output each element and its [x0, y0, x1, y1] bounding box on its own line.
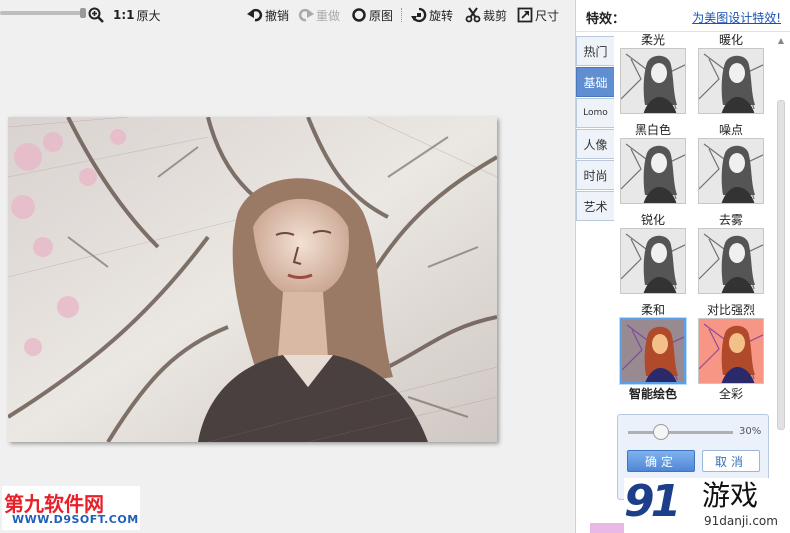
strength-slider-knob[interactable]: [653, 424, 669, 440]
rotate-icon: [411, 7, 427, 23]
effect-label: 对比强烈: [706, 303, 755, 317]
portrait-sketch-thumb[interactable]: [620, 48, 686, 114]
effects-scrollbar[interactable]: ▲: [775, 36, 787, 436]
portrait-sketch-thumb[interactable]: [698, 228, 764, 294]
confirm-button[interactable]: 确定: [627, 450, 695, 472]
watermark-url: 91danji.com: [704, 514, 778, 528]
actual-size-button[interactable]: 1:1 原大: [113, 6, 161, 24]
effect-item[interactable]: 柔光: [618, 32, 688, 114]
effects-grid: 柔光 暖化 黑白色 噪点 锐化 去雾 柔和 智能绘色 对比强烈 全彩: [616, 32, 780, 412]
effect-category-tabs: 热门 基础 Lomo 人像 时尚 艺术: [576, 36, 614, 222]
effect-caption: 全彩: [718, 387, 743, 401]
effect-caption: 智能绘色: [628, 387, 677, 401]
zoom-in-icon: [88, 7, 104, 23]
watermark-url: WWW.D9SOFT.COM: [12, 513, 139, 526]
toolbar-divider: [401, 8, 402, 22]
undo-label: 撤销: [265, 8, 290, 23]
scroll-up-icon[interactable]: ▲: [775, 36, 787, 46]
rotate-label: 旋转: [429, 8, 454, 23]
crop-button[interactable]: 裁剪: [465, 6, 507, 24]
portrait-sketch-thumb[interactable]: [620, 138, 686, 204]
original-size-label: 原大: [136, 8, 161, 23]
redo-button[interactable]: 重做: [298, 6, 340, 24]
portrait-sketch-thumb[interactable]: [698, 138, 764, 204]
edited-photo[interactable]: [8, 117, 497, 442]
strength-slider-track[interactable]: [628, 431, 733, 434]
91danji-watermark: 91 游戏 91danji.com: [624, 478, 786, 532]
effect-label: 柔和: [640, 303, 665, 317]
effect-item[interactable]: 暖化: [696, 32, 766, 114]
effect-item[interactable]: 锐化: [618, 212, 688, 294]
effect-label: 柔光: [640, 33, 665, 47]
original-label: 原图: [369, 8, 394, 23]
effect-item[interactable]: 去雾: [696, 212, 766, 294]
tab-fashion[interactable]: 时尚: [576, 160, 614, 190]
watermark-logo: 91: [624, 476, 681, 527]
original-button[interactable]: 原图: [351, 6, 393, 24]
redo-label: 重做: [316, 8, 341, 23]
effect-label: 黑白色: [634, 123, 671, 137]
portrait-color-thumb[interactable]: [620, 318, 686, 384]
portrait-sketch-thumb[interactable]: [620, 228, 686, 294]
portrait-sketch-thumb[interactable]: [698, 48, 764, 114]
zoom-ratio-label: 1:1: [113, 8, 135, 22]
tab-art[interactable]: 艺术: [576, 191, 614, 221]
resize-icon: [517, 7, 533, 23]
design-effect-link[interactable]: 为美图设计特效!: [692, 9, 781, 26]
rotate-button[interactable]: 旋转: [411, 6, 453, 24]
effect-item[interactable]: 柔和 智能绘色: [618, 302, 688, 402]
crop-label: 裁剪: [483, 8, 508, 23]
effect-item[interactable]: 黑白色: [618, 122, 688, 204]
tab-basic[interactable]: 基础: [576, 67, 614, 97]
effect-label: 暖化: [718, 33, 743, 47]
circle-icon: [351, 7, 367, 23]
effect-item[interactable]: 对比强烈 全彩: [696, 302, 766, 402]
top-toolbar: 1:1 原大 撤销 重做 原图 旋转 裁剪 尺寸: [0, 0, 575, 30]
effect-label: 去雾: [718, 213, 743, 227]
scissors-icon: [465, 7, 481, 23]
undo-button[interactable]: 撤销: [247, 6, 289, 24]
tab-portrait[interactable]: 人像: [576, 129, 614, 159]
zoom-slider[interactable]: [0, 8, 86, 18]
portrait-color-thumb[interactable]: [698, 318, 764, 384]
resize-button[interactable]: 尺寸: [517, 6, 559, 24]
effect-label: 噪点: [718, 123, 743, 137]
effect-item[interactable]: 噪点: [696, 122, 766, 204]
strength-value: 30%: [739, 426, 762, 437]
tab-lomo[interactable]: Lomo: [576, 98, 614, 128]
cancel-button[interactable]: 取消: [702, 450, 760, 472]
effects-panel-header: 特效： 为美图设计特效!: [576, 0, 790, 32]
tab-hot[interactable]: 热门: [576, 36, 614, 66]
zoom-in-button[interactable]: [88, 6, 104, 24]
resize-label: 尺寸: [535, 8, 560, 23]
watermark-title: 游戏: [702, 479, 759, 512]
pink-thumbnail-edge: [590, 523, 624, 533]
effect-label: 锐化: [640, 213, 665, 227]
effects-title: 特效：: [586, 12, 626, 27]
scroll-thumb[interactable]: [777, 100, 785, 430]
undo-icon: [247, 7, 263, 23]
d9soft-watermark: 第九软件网 WWW.D9SOFT.COM: [2, 486, 140, 530]
redo-icon: [298, 7, 314, 23]
portrait-photo-image: [8, 117, 497, 442]
